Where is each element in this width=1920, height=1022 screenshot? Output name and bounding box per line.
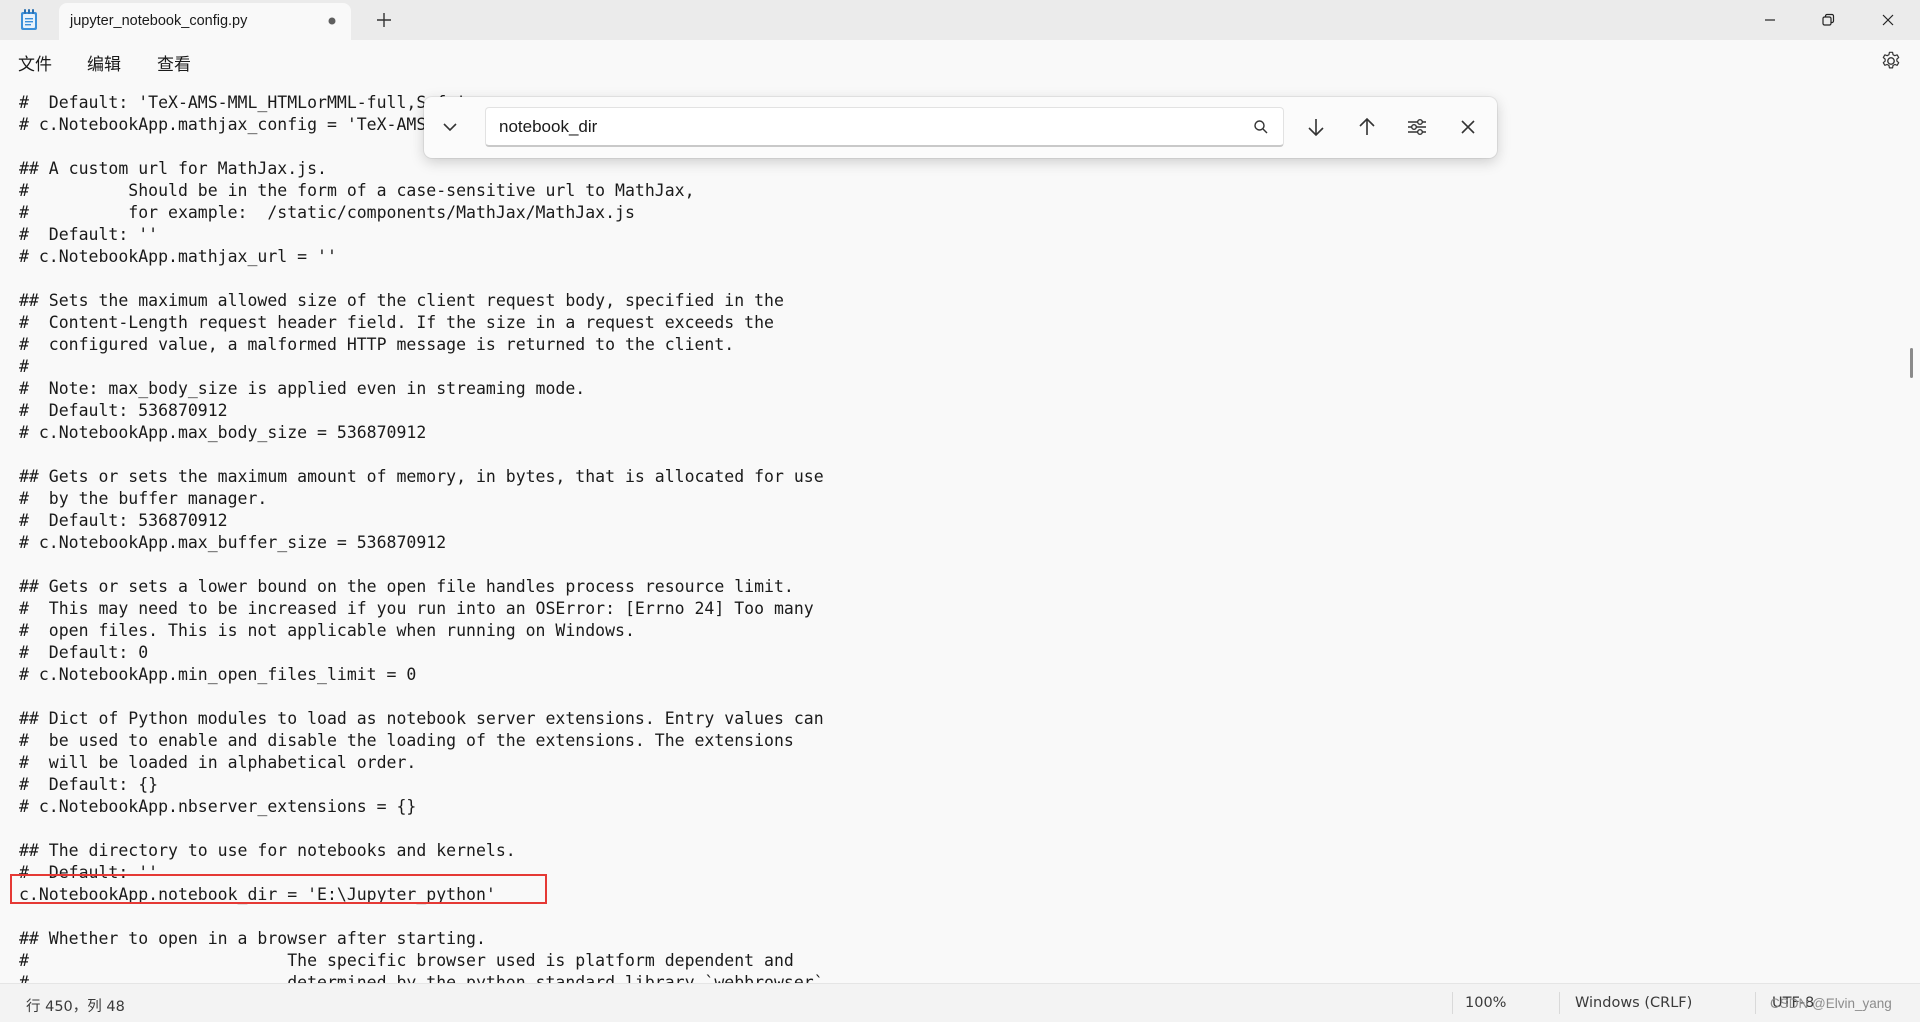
line-ending: Windows (CRLF) <box>1575 995 1693 1011</box>
code-line: ## Gets or sets a lower bound on the ope… <box>19 577 794 596</box>
code-line: # Should be in the form of a case-sensit… <box>19 181 695 200</box>
code-line: ## A custom url for MathJax.js. <box>19 159 327 178</box>
cursor-position: 行 450，列 48 <box>26 999 125 1015</box>
code-line: # c.NotebookApp.min_open_files_limit = 0 <box>19 665 417 684</box>
find-bar: notebook_dir <box>424 97 1497 158</box>
status-divider <box>1755 992 1756 1014</box>
code-line: # Content-Length request header field. I… <box>19 313 774 332</box>
code-line: # configured value, a malformed HTTP mes… <box>19 335 735 354</box>
watermark: CSDN @Elvin_yang <box>1770 996 1892 1011</box>
code-line: # for example: /static/components/MathJa… <box>19 203 635 222</box>
code-line: # Default: 0 <box>19 643 149 662</box>
highlight-annotation-box <box>10 874 547 904</box>
find-next-button[interactable] <box>1301 112 1331 142</box>
settings-gear-icon[interactable] <box>1880 50 1902 72</box>
status-divider <box>1559 992 1560 1014</box>
find-input[interactable]: notebook_dir <box>485 107 1284 147</box>
code-line: # Default: '' <box>19 225 159 244</box>
code-line: # The specific browser used is platform … <box>19 951 794 970</box>
code-line: # Note: max_body_size is applied even in… <box>19 379 586 398</box>
code-line: # by the buffer manager. <box>19 489 268 508</box>
zoom-level: 100% <box>1465 995 1507 1011</box>
sliders-icon <box>1408 119 1426 135</box>
notepad-app-icon <box>21 9 37 30</box>
code-line: # Default: {} <box>19 775 159 794</box>
menu-view[interactable]: 查看 <box>157 50 191 75</box>
code-line: # determined by the python standard libr… <box>19 973 824 983</box>
code-line: ## Whether to open in a browser after st… <box>19 929 486 948</box>
code-line: # <box>19 357 29 376</box>
unsaved-dot-icon[interactable] <box>327 16 337 26</box>
find-close-button[interactable] <box>1453 112 1483 142</box>
minimize-icon <box>1765 19 1775 21</box>
code-line: # Default: 536870912 <box>19 511 228 530</box>
status-bar: 行 450，列 48 100% Windows (CRLF) UTF-8 CSD… <box>0 983 1920 1022</box>
code-line: # c.NotebookApp.max_body_size = 53687091… <box>19 423 427 442</box>
code-line: # be used to enable and disable the load… <box>19 731 794 750</box>
code-line: ## Dict of Python modules to load as not… <box>19 709 824 728</box>
minimize-button[interactable] <box>1742 0 1798 40</box>
tab-title: jupyter_notebook_config.py <box>70 13 248 29</box>
close-window-button[interactable] <box>1860 0 1916 40</box>
restore-button[interactable] <box>1800 0 1856 40</box>
close-icon <box>1882 14 1894 26</box>
code-line: # c.NotebookApp.nbserver_extensions = {} <box>19 797 417 816</box>
find-query-text: notebook_dir <box>499 117 598 136</box>
code-line: # c.NotebookApp.max_buffer_size = 536870… <box>19 533 447 552</box>
code-line: # will be loaded in alphabetical order. <box>19 753 417 772</box>
find-previous-button[interactable] <box>1352 112 1382 142</box>
text-editor[interactable]: # Default: 'TeX-AMS-MML_HTMLorMML-full,S… <box>0 82 1920 983</box>
menu-bar: 文件 编辑 查看 <box>0 40 1920 82</box>
code-line: ## Gets or sets the maximum amount of me… <box>19 467 824 486</box>
arrow-up-icon <box>1359 117 1375 135</box>
close-icon <box>1461 120 1475 134</box>
code-line: ## Sets the maximum allowed size of the … <box>19 291 784 310</box>
chevron-down-icon[interactable] <box>438 115 462 139</box>
new-tab-plus-icon[interactable] <box>374 10 394 30</box>
code-line: ## The directory to use for notebooks an… <box>19 841 516 860</box>
scrollbar-thumb[interactable] <box>1910 348 1913 378</box>
find-options-button[interactable] <box>1402 112 1432 142</box>
code-line: # Default: 536870912 <box>19 401 228 420</box>
search-icon[interactable] <box>1253 119 1269 135</box>
code-line: # c.NotebookApp.mathjax_url = '' <box>19 247 337 266</box>
status-divider <box>1452 992 1453 1014</box>
tab-file[interactable]: jupyter_notebook_config.py <box>59 3 351 40</box>
code-line: # open files. This is not applicable whe… <box>19 621 635 640</box>
restore-icon <box>1822 13 1835 26</box>
menu-file[interactable]: 文件 <box>18 50 52 75</box>
menu-edit[interactable]: 编辑 <box>87 50 121 75</box>
title-bar: jupyter_notebook_config.py <box>0 0 1920 40</box>
code-line: # Default: 'TeX-AMS-MML_HTMLorMML-full,S… <box>19 93 467 112</box>
code-line: # This may need to be increased if you r… <box>19 599 814 618</box>
arrow-down-icon <box>1308 119 1324 137</box>
